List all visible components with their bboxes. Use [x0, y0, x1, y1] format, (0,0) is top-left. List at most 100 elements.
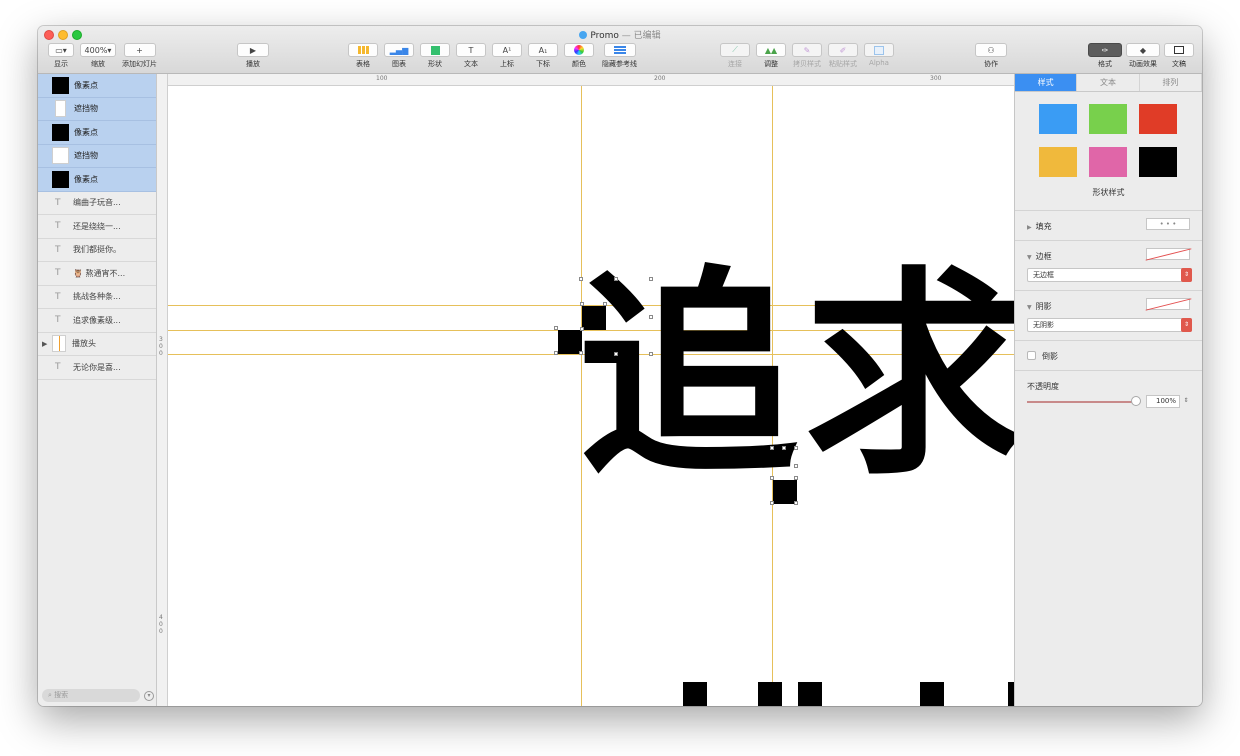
slide-text-char-zhui[interactable]: 追 — [578, 266, 798, 486]
selection-handle[interactable] — [579, 277, 583, 281]
filter-icon[interactable]: ▾ — [144, 691, 154, 701]
slide-canvas[interactable]: 追 求 — [168, 86, 1014, 706]
shadow-color-well[interactable] — [1146, 298, 1190, 310]
copy-style-tool[interactable]: ✎ 拷贝样式 — [792, 43, 822, 69]
selection-handle[interactable] — [782, 446, 786, 450]
search-field[interactable]: ⌕ 搜索 — [42, 689, 140, 702]
paste-style-tool[interactable]: ✐ 粘贴样式 — [828, 43, 858, 69]
opacity-slider-track[interactable] — [1027, 401, 1137, 403]
shadow-section[interactable]: ▼ 阴影 无阴影 ⇕ — [1015, 290, 1202, 340]
hide-guides-button[interactable] — [603, 43, 636, 57]
layer-row[interactable]: 遮挡物 — [38, 97, 156, 121]
paste-style-button[interactable]: ✐ — [828, 43, 858, 57]
reflection-section[interactable]: 倒影 — [1015, 340, 1202, 370]
document-button[interactable] — [1164, 43, 1194, 57]
selection-handle[interactable] — [614, 352, 618, 356]
fill-section[interactable]: ▶ 填充 • • • — [1015, 210, 1202, 240]
style-swatch[interactable] — [1039, 147, 1077, 177]
shape-button[interactable] — [420, 43, 450, 57]
selection-handle[interactable] — [649, 352, 653, 356]
collaborate-button[interactable]: ⚇ — [975, 43, 1007, 57]
selection-handle[interactable] — [614, 277, 618, 281]
tab-arrange[interactable]: 排列 — [1140, 74, 1202, 91]
tab-style[interactable]: 样式 — [1015, 74, 1078, 91]
selection-handle[interactable] — [770, 476, 774, 480]
border-section[interactable]: ▼ 边框 无边框 ⇕ — [1015, 240, 1202, 290]
selection-handle[interactable] — [794, 501, 798, 505]
style-swatch[interactable] — [1089, 104, 1127, 134]
reflection-checkbox[interactable] — [1027, 351, 1036, 360]
superscript-tool[interactable]: A¹ 上标 — [492, 43, 522, 69]
fill-more-button[interactable]: • • • — [1146, 218, 1190, 230]
shadow-style-select[interactable]: 无阴影 ⇕ — [1027, 318, 1192, 332]
subscript-tool[interactable]: A₁ 下标 — [528, 43, 558, 69]
layer-row[interactable]: 像素点 — [38, 121, 156, 145]
collaborate-tool[interactable]: ⚇ 协作 — [975, 43, 1007, 69]
style-swatch[interactable] — [1139, 147, 1177, 177]
connect-button[interactable]: ⟋ — [720, 43, 750, 57]
layer-row[interactable]: 像素点 — [38, 74, 156, 98]
table-button[interactable] — [348, 43, 378, 57]
layer-row[interactable]: 像素点 — [38, 168, 156, 192]
text-tool[interactable]: T 文本 — [456, 43, 486, 69]
table-tool[interactable]: 表格 — [348, 43, 378, 69]
play-tool[interactable]: ▶ 播放 — [237, 43, 269, 69]
selection-handle[interactable] — [794, 446, 798, 450]
selection-handle[interactable] — [554, 351, 558, 355]
chart-button[interactable]: ▂▄▆ — [384, 43, 414, 57]
pixel-dot[interactable] — [582, 306, 606, 330]
layer-row[interactable]: T 编曲子玩音... — [38, 192, 156, 215]
layer-row[interactable]: 遮挡物 — [38, 144, 156, 168]
selection-handle[interactable] — [580, 302, 584, 306]
hide-guides-tool[interactable]: 隐藏参考线 — [602, 43, 637, 69]
layer-row[interactable]: ▶ 播放头 — [38, 333, 156, 356]
opacity-slider-knob[interactable] — [1131, 396, 1141, 406]
shape-tool[interactable]: 形状 — [420, 43, 450, 69]
chart-tool[interactable]: ▂▄▆ 图表 — [384, 43, 414, 69]
subscript-button[interactable]: A₁ — [528, 43, 558, 57]
adjust-tool[interactable]: ▲▲ 调整 — [756, 43, 786, 69]
style-swatch[interactable] — [1039, 104, 1077, 134]
document-tool[interactable]: 文稿 — [1164, 43, 1194, 69]
style-swatch[interactable] — [1089, 147, 1127, 177]
selection-handle[interactable] — [794, 464, 798, 468]
opacity-field[interactable]: 100% — [1146, 395, 1180, 408]
layer-row[interactable]: T 🦉 熬通宵不... — [38, 262, 156, 286]
border-style-select[interactable]: 无边框 ⇕ — [1027, 268, 1192, 282]
view-button[interactable]: ▭▾ — [48, 43, 74, 57]
add-slide-tool[interactable]: + 添加幻灯片 — [122, 43, 157, 69]
layer-row[interactable]: T 无论你是喜... — [38, 356, 156, 380]
adjust-button[interactable]: ▲▲ — [756, 43, 786, 57]
superscript-button[interactable]: A¹ — [492, 43, 522, 57]
selection-handle[interactable] — [649, 277, 653, 281]
layer-row[interactable]: T 我们都挺你。 — [38, 239, 156, 262]
tab-text[interactable]: 文本 — [1077, 74, 1140, 91]
alpha-tool[interactable]: Alpha — [864, 43, 894, 67]
layer-row[interactable]: T 追求像素级... — [38, 309, 156, 333]
format-tool[interactable]: ✑ 格式 — [1088, 43, 1122, 69]
opacity-stepper-icon[interactable]: ⇕ — [1182, 395, 1190, 408]
animate-tool[interactable]: ◆ 动画效果 — [1126, 43, 1160, 69]
selection-handle[interactable] — [794, 476, 798, 480]
selection-handle[interactable] — [580, 327, 584, 331]
slide-text-char-qiu[interactable]: 求 — [804, 266, 1014, 486]
play-button[interactable]: ▶ — [237, 43, 269, 57]
selection-handle[interactable] — [603, 302, 607, 306]
selection-handle[interactable] — [770, 446, 774, 450]
connect-tool[interactable]: ⟋ 连接 — [720, 43, 750, 69]
zoom-tool[interactable]: 400% ▾ 缩放 — [80, 43, 116, 69]
selection-handle[interactable] — [579, 351, 583, 355]
alpha-button[interactable] — [864, 43, 894, 57]
animate-button[interactable]: ◆ — [1126, 43, 1160, 57]
layer-row[interactable]: T 还是绕绕一... — [38, 215, 156, 239]
color-tool[interactable]: 颜色 — [564, 43, 594, 69]
text-button[interactable]: T — [456, 43, 486, 57]
view-tool[interactable]: ▭▾ 显示 — [48, 43, 74, 69]
color-button[interactable] — [564, 43, 594, 57]
zoom-select[interactable]: 400% ▾ — [80, 43, 116, 57]
selection-handle[interactable] — [554, 326, 558, 330]
layer-row[interactable]: T 挑战各种条... — [38, 286, 156, 309]
disclosure-right-icon[interactable]: ▶ — [42, 340, 52, 348]
add-slide-button[interactable]: + — [123, 43, 156, 57]
style-swatch[interactable] — [1139, 104, 1177, 134]
